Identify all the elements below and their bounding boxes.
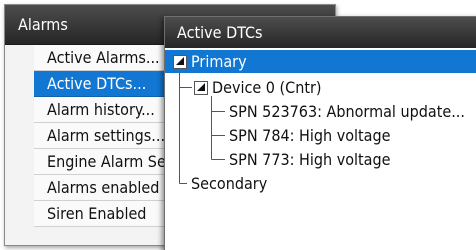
- tree-node-label: Primary: [191, 52, 247, 71]
- triangle-down-icon[interactable]: [194, 81, 208, 95]
- triangle-down-icon[interactable]: [173, 55, 187, 69]
- tree-node-spn[interactable]: SPN 784: High voltage: [165, 124, 476, 147]
- screen: Alarms Active Alarms... Active DTCs... A…: [0, 0, 476, 250]
- spn-label: SPN 773: High voltage: [229, 150, 391, 169]
- tree-node-label: Device 0 (Cntr): [212, 78, 322, 97]
- tree-node-primary[interactable]: Primary: [165, 50, 476, 73]
- tree-node-device-0[interactable]: Device 0 (Cntr): [165, 76, 476, 99]
- tree-node-secondary[interactable]: Secondary: [165, 172, 476, 195]
- spn-label: SPN 523763: Abnormal update...: [229, 102, 465, 121]
- tree-node-spn[interactable]: SPN 773: High voltage: [165, 148, 476, 171]
- tree-node-label: Secondary: [191, 174, 268, 193]
- spn-label: SPN 784: High voltage: [229, 126, 391, 145]
- tree-node-spn[interactable]: SPN 523763: Abnormal update...: [165, 100, 476, 123]
- active-dtcs-dialog: Active DTCs Primary Device 0 (Cntr) SPN …: [164, 16, 476, 250]
